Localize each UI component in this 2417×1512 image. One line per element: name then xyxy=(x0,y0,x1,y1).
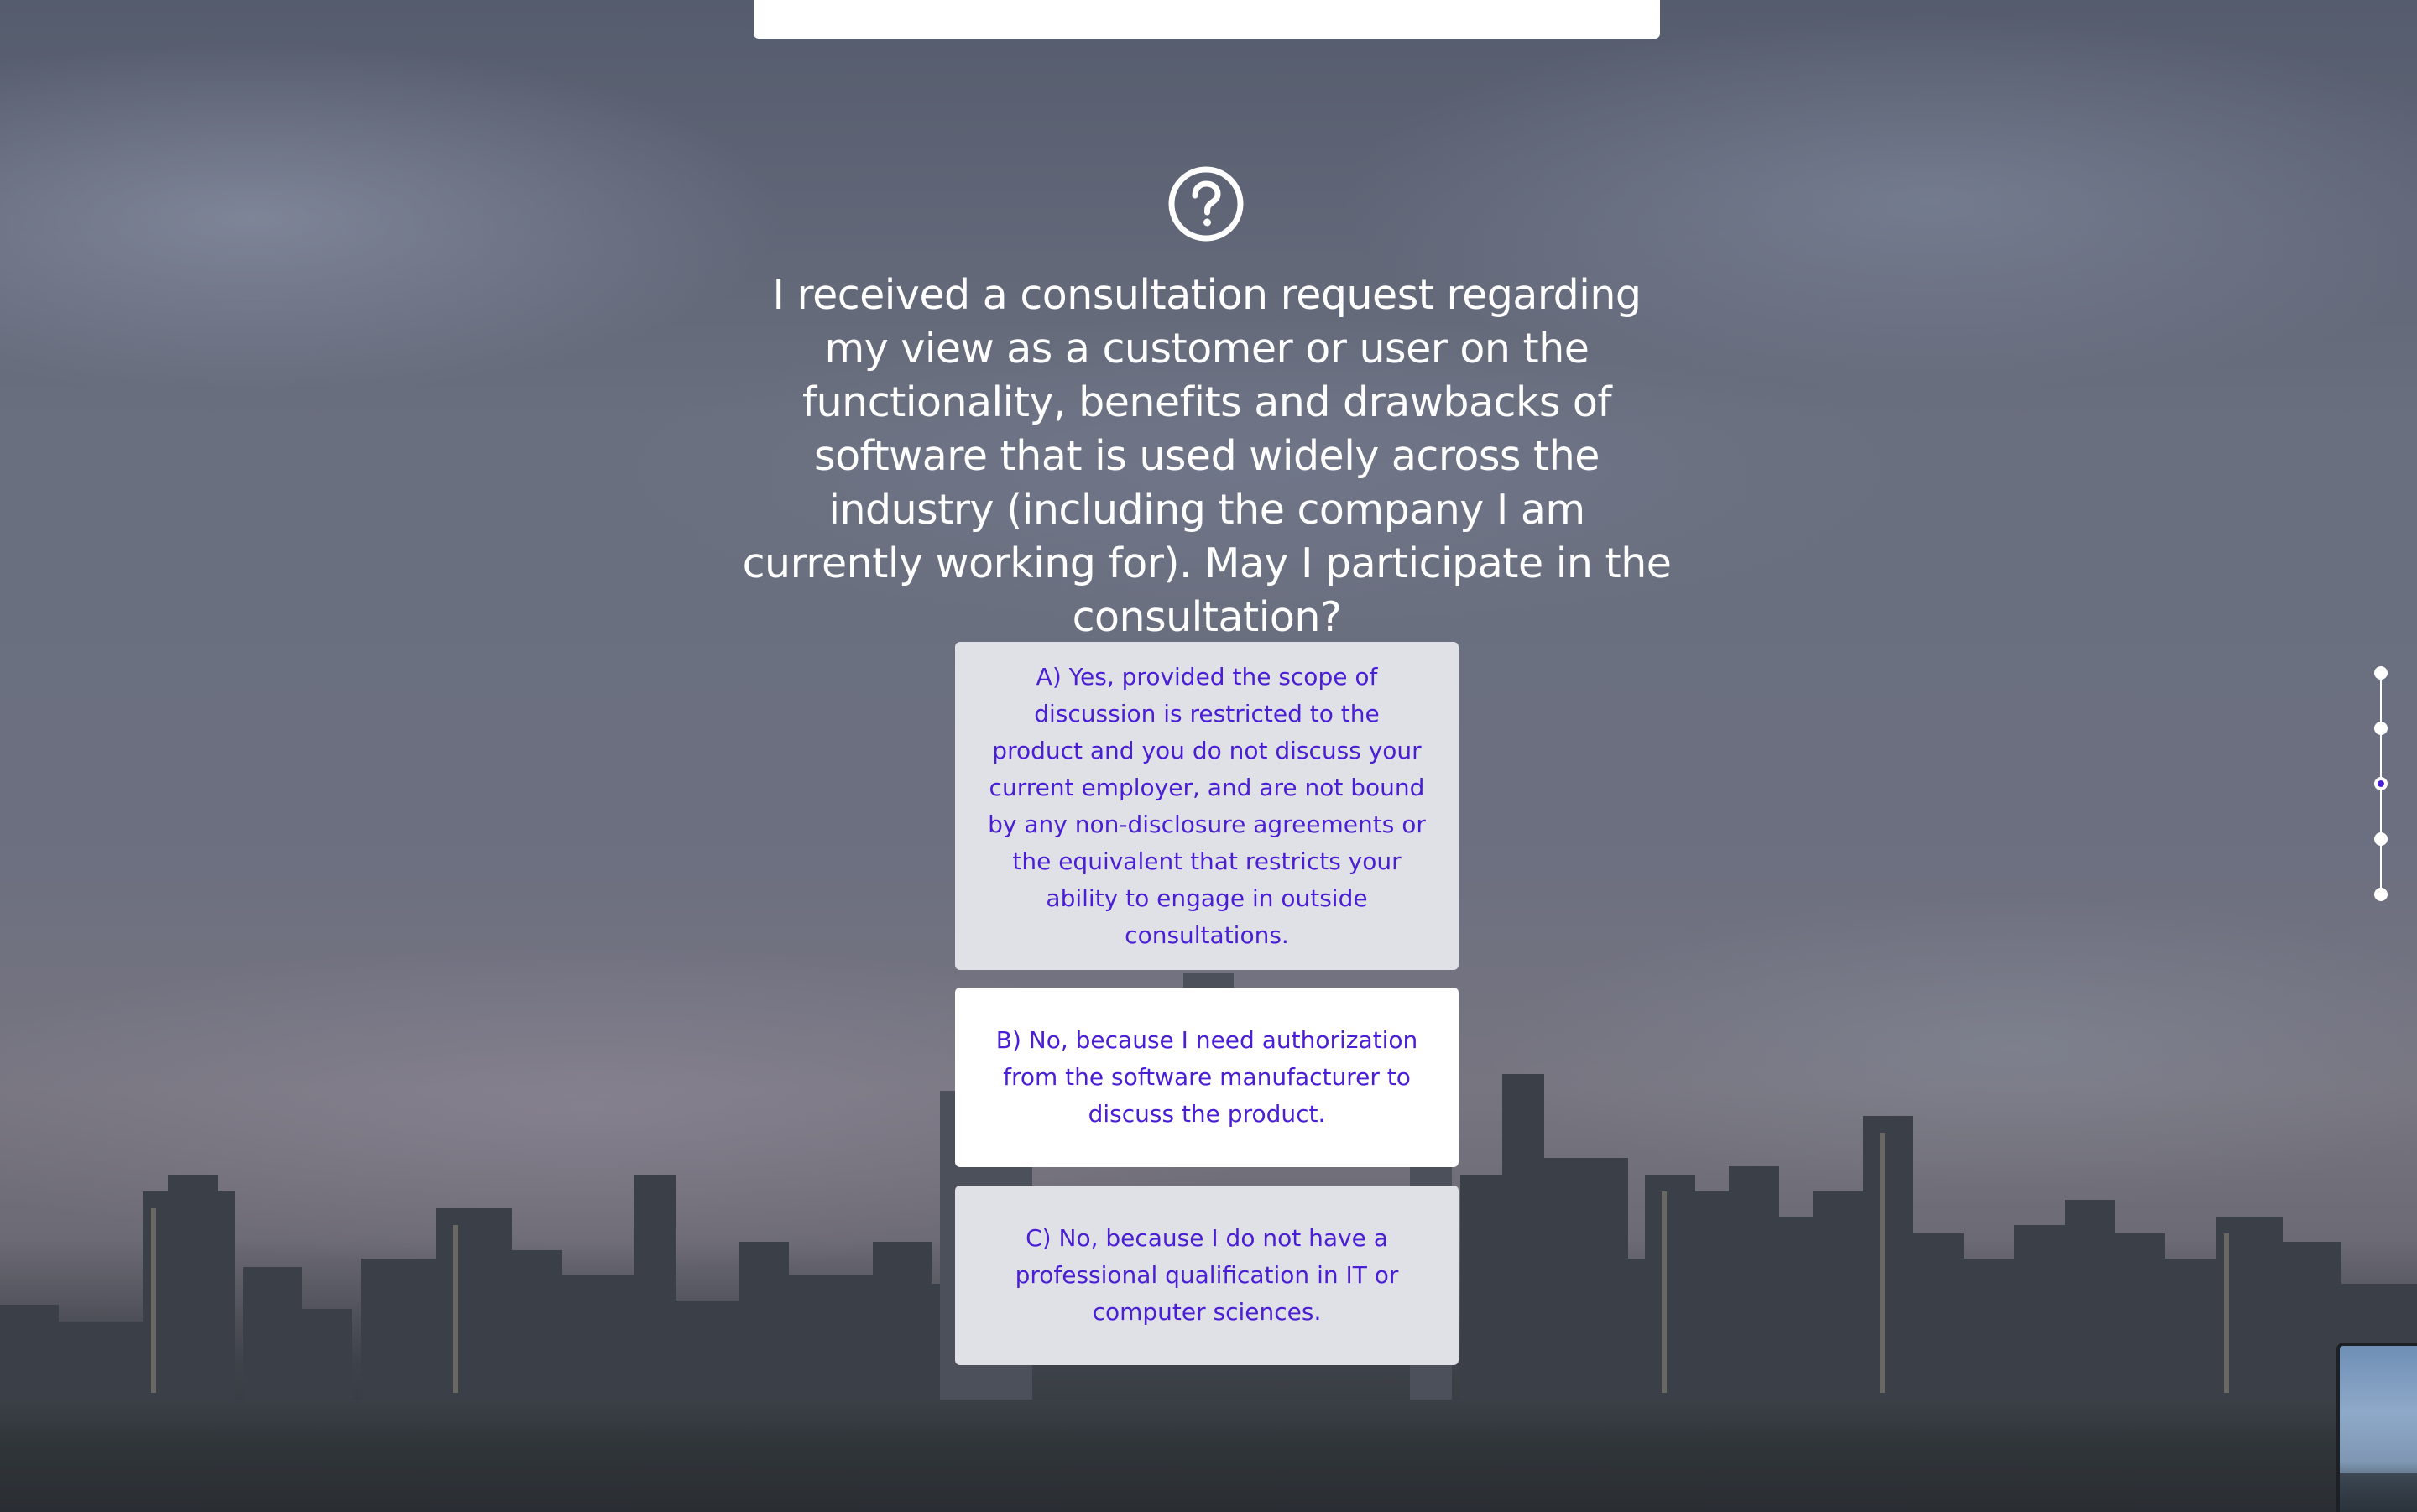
thumbnail-preview[interactable] xyxy=(2336,1343,2417,1512)
progress-dot-5[interactable] xyxy=(2374,888,2388,901)
answer-option-c-label: C) No, because I do not have a professio… xyxy=(1015,1224,1399,1326)
question-circle-icon xyxy=(1167,165,1245,242)
water-area xyxy=(0,1400,2417,1512)
answer-option-a[interactable]: A) Yes, provided the scope of discussion… xyxy=(955,642,1459,970)
answer-option-b[interactable]: B) No, because I need authorization from… xyxy=(955,988,1459,1167)
thumbnail-city-image xyxy=(2340,1473,2417,1512)
progress-dot-1[interactable] xyxy=(2374,666,2388,680)
question-text: I received a consultation request regard… xyxy=(742,271,1672,641)
top-card-edge xyxy=(754,0,1660,39)
progress-dot-3-current[interactable] xyxy=(2374,777,2388,790)
answer-option-a-label: A) Yes, provided the scope of discussion… xyxy=(988,662,1426,949)
answer-option-c[interactable]: C) No, because I do not have a professio… xyxy=(955,1186,1459,1365)
answer-option-b-label: B) No, because I need authorization from… xyxy=(995,1026,1418,1128)
progress-navigation xyxy=(2367,663,2395,906)
progress-dot-2[interactable] xyxy=(2374,722,2388,735)
progress-dot-4[interactable] xyxy=(2374,832,2388,846)
